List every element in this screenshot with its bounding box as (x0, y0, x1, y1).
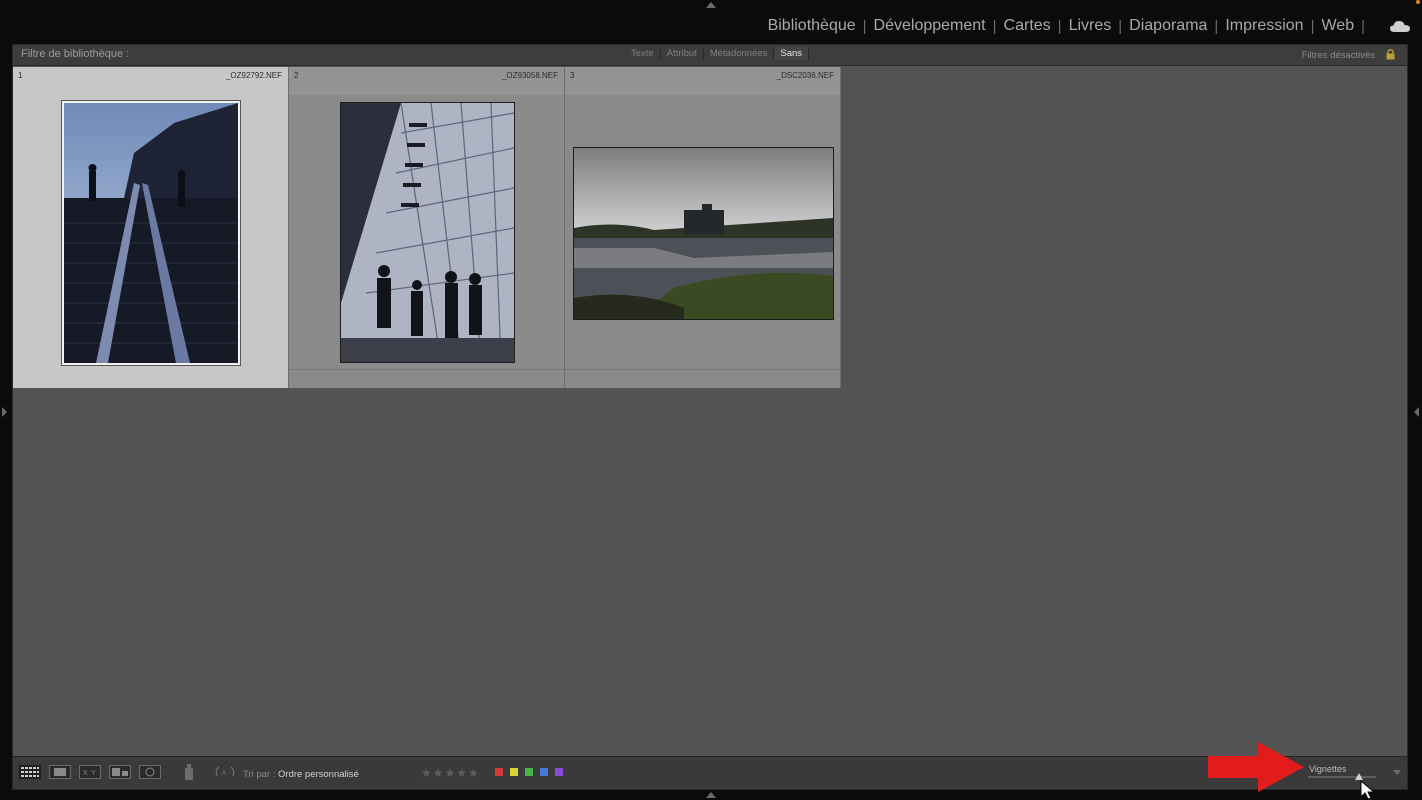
cell-footer (13, 370, 288, 388)
thumbnail-size-slider-handle[interactable] (1355, 773, 1363, 780)
right-panel-toggle-icon[interactable] (1414, 407, 1419, 417)
photo-stairs-image (64, 103, 238, 363)
filters-status[interactable]: Filtres désactivés (1302, 50, 1375, 61)
module-web[interactable]: Web (1321, 17, 1354, 35)
sort-label: Tri par : (243, 769, 276, 780)
module-slideshow[interactable]: Diaporama (1129, 17, 1207, 35)
module-library[interactable]: Bibliothèque (768, 17, 856, 35)
photo-building-image (341, 103, 514, 362)
cell-filename: _OZ92792.NEF (225, 71, 282, 80)
filter-tabs: Texte Attribut Métadonnées Sans (625, 47, 810, 60)
cell-filename: _DSC2036.NEF (776, 71, 834, 80)
color-label-green[interactable] (525, 768, 533, 776)
cell-index: 1 (18, 71, 23, 80)
left-panel-toggle-icon[interactable] (2, 407, 7, 417)
module-separator: | (1361, 17, 1365, 35)
lock-icon[interactable] (1386, 49, 1395, 60)
spray-can-icon[interactable] (183, 763, 195, 781)
toolbar: X Y A Tri par : Ordre personnalisé ★★★★★… (13, 756, 1407, 789)
filter-tab-text[interactable]: Texte (625, 47, 661, 60)
svg-text:Y: Y (91, 770, 96, 777)
filter-tab-attribute[interactable]: Attribut (660, 47, 704, 60)
people-view-icon[interactable] (139, 765, 161, 779)
grid-cell[interactable]: 3 _DSC2036.NEF (565, 67, 841, 388)
loupe-view-icon[interactable] (49, 765, 71, 779)
bottom-panel-toggle-icon[interactable] (706, 792, 716, 798)
red-arrow-annotation (1208, 742, 1304, 792)
sort-order-select[interactable]: Ordre personnalisé (278, 769, 359, 780)
svg-text:A: A (222, 770, 227, 777)
activity-indicator-icon (1416, 0, 1420, 4)
photo-thumbnail[interactable] (340, 102, 515, 363)
grid-cell[interactable]: 2 _OZ93058.NEF (289, 67, 565, 388)
top-panel-toggle-icon[interactable] (706, 2, 716, 8)
module-print[interactable]: Impression (1225, 17, 1303, 35)
filter-tab-metadata[interactable]: Métadonnées (703, 47, 775, 60)
grid-cell[interactable]: 1 _OZ92792.NEF (13, 67, 289, 388)
filter-bar-title: Filtre de bibliothèque : (21, 48, 130, 60)
filter-tab-none[interactable]: Sans (774, 47, 810, 60)
photo-thumbnail[interactable] (61, 100, 241, 366)
rotate-icon[interactable]: A (213, 764, 237, 780)
module-book[interactable]: Livres (1069, 17, 1112, 35)
photo-castle-image (574, 148, 833, 319)
mouse-cursor-icon (1360, 780, 1376, 800)
cell-footer (565, 369, 840, 388)
module-separator: | (992, 17, 997, 35)
module-separator: | (1310, 17, 1315, 35)
module-separator: | (1057, 17, 1062, 35)
module-map[interactable]: Cartes (1004, 17, 1051, 35)
thumbnail-size-slider[interactable] (1308, 776, 1376, 778)
library-filter-bar: Filtre de bibliothèque : Texte Attribut … (13, 45, 1407, 66)
cell-index: 2 (294, 71, 299, 80)
cell-footer (289, 369, 564, 388)
photo-thumbnail[interactable] (573, 147, 834, 320)
module-picker: Bibliothèque | Développement | Cartes | … (768, 17, 1372, 35)
module-separator: | (862, 17, 867, 35)
rating-filter-stars[interactable]: ★★★★★ (421, 766, 480, 780)
module-develop[interactable]: Développement (874, 17, 986, 35)
module-separator: | (1118, 17, 1123, 35)
svg-text:X: X (83, 770, 88, 777)
cell-filename: _OZ93058.NEF (501, 71, 558, 80)
toolbar-options-dropdown-icon[interactable] (1393, 770, 1401, 775)
color-label-yellow[interactable] (510, 768, 518, 776)
color-label-blue[interactable] (540, 768, 548, 776)
compare-view-icon[interactable]: X Y (79, 765, 101, 779)
color-label-red[interactable] (495, 768, 503, 776)
color-label-purple[interactable] (555, 768, 563, 776)
cloud-icon[interactable] (1390, 20, 1410, 32)
module-separator: | (1214, 17, 1219, 35)
cell-index: 3 (570, 71, 575, 80)
survey-view-icon[interactable] (109, 765, 131, 779)
grid-view-icon[interactable] (19, 765, 41, 779)
thumbnails-size-label: Vignettes (1309, 764, 1347, 774)
